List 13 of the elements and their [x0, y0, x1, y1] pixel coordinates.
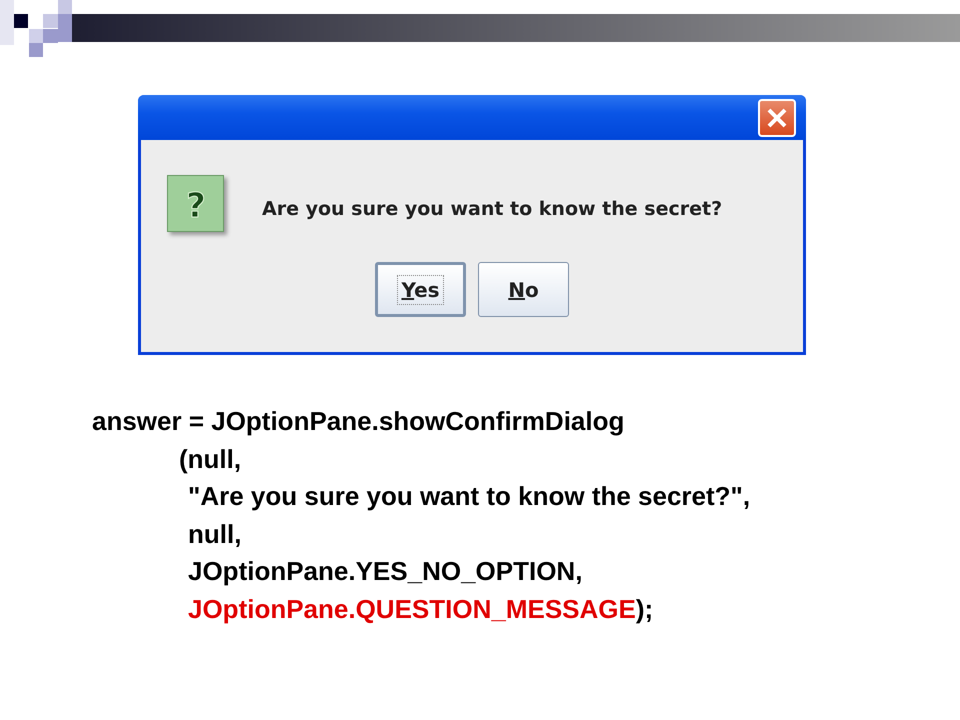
close-button[interactable] [758, 98, 796, 136]
code-line: JOptionPane.YES_NO_OPTION, [188, 556, 582, 586]
confirm-button[interactable]: Yes [375, 262, 466, 317]
squares-drawing [0, 0, 72, 60]
question-icon: ? [167, 175, 224, 232]
code-line: (null, [179, 444, 242, 474]
close-icon [766, 106, 788, 128]
code-line: JOptionPane.QUESTION_MESSAGE); [188, 594, 654, 624]
cancel-button[interactable]: No [478, 262, 569, 317]
code-line: "Are you sure you want to know the secret?", [188, 481, 750, 511]
dialog-message: Are you sure you want to know the secret? [262, 198, 722, 220]
code-line: answer = JOptionPane.showConfirmDialog [92, 406, 624, 436]
code-line: null, [188, 518, 242, 548]
